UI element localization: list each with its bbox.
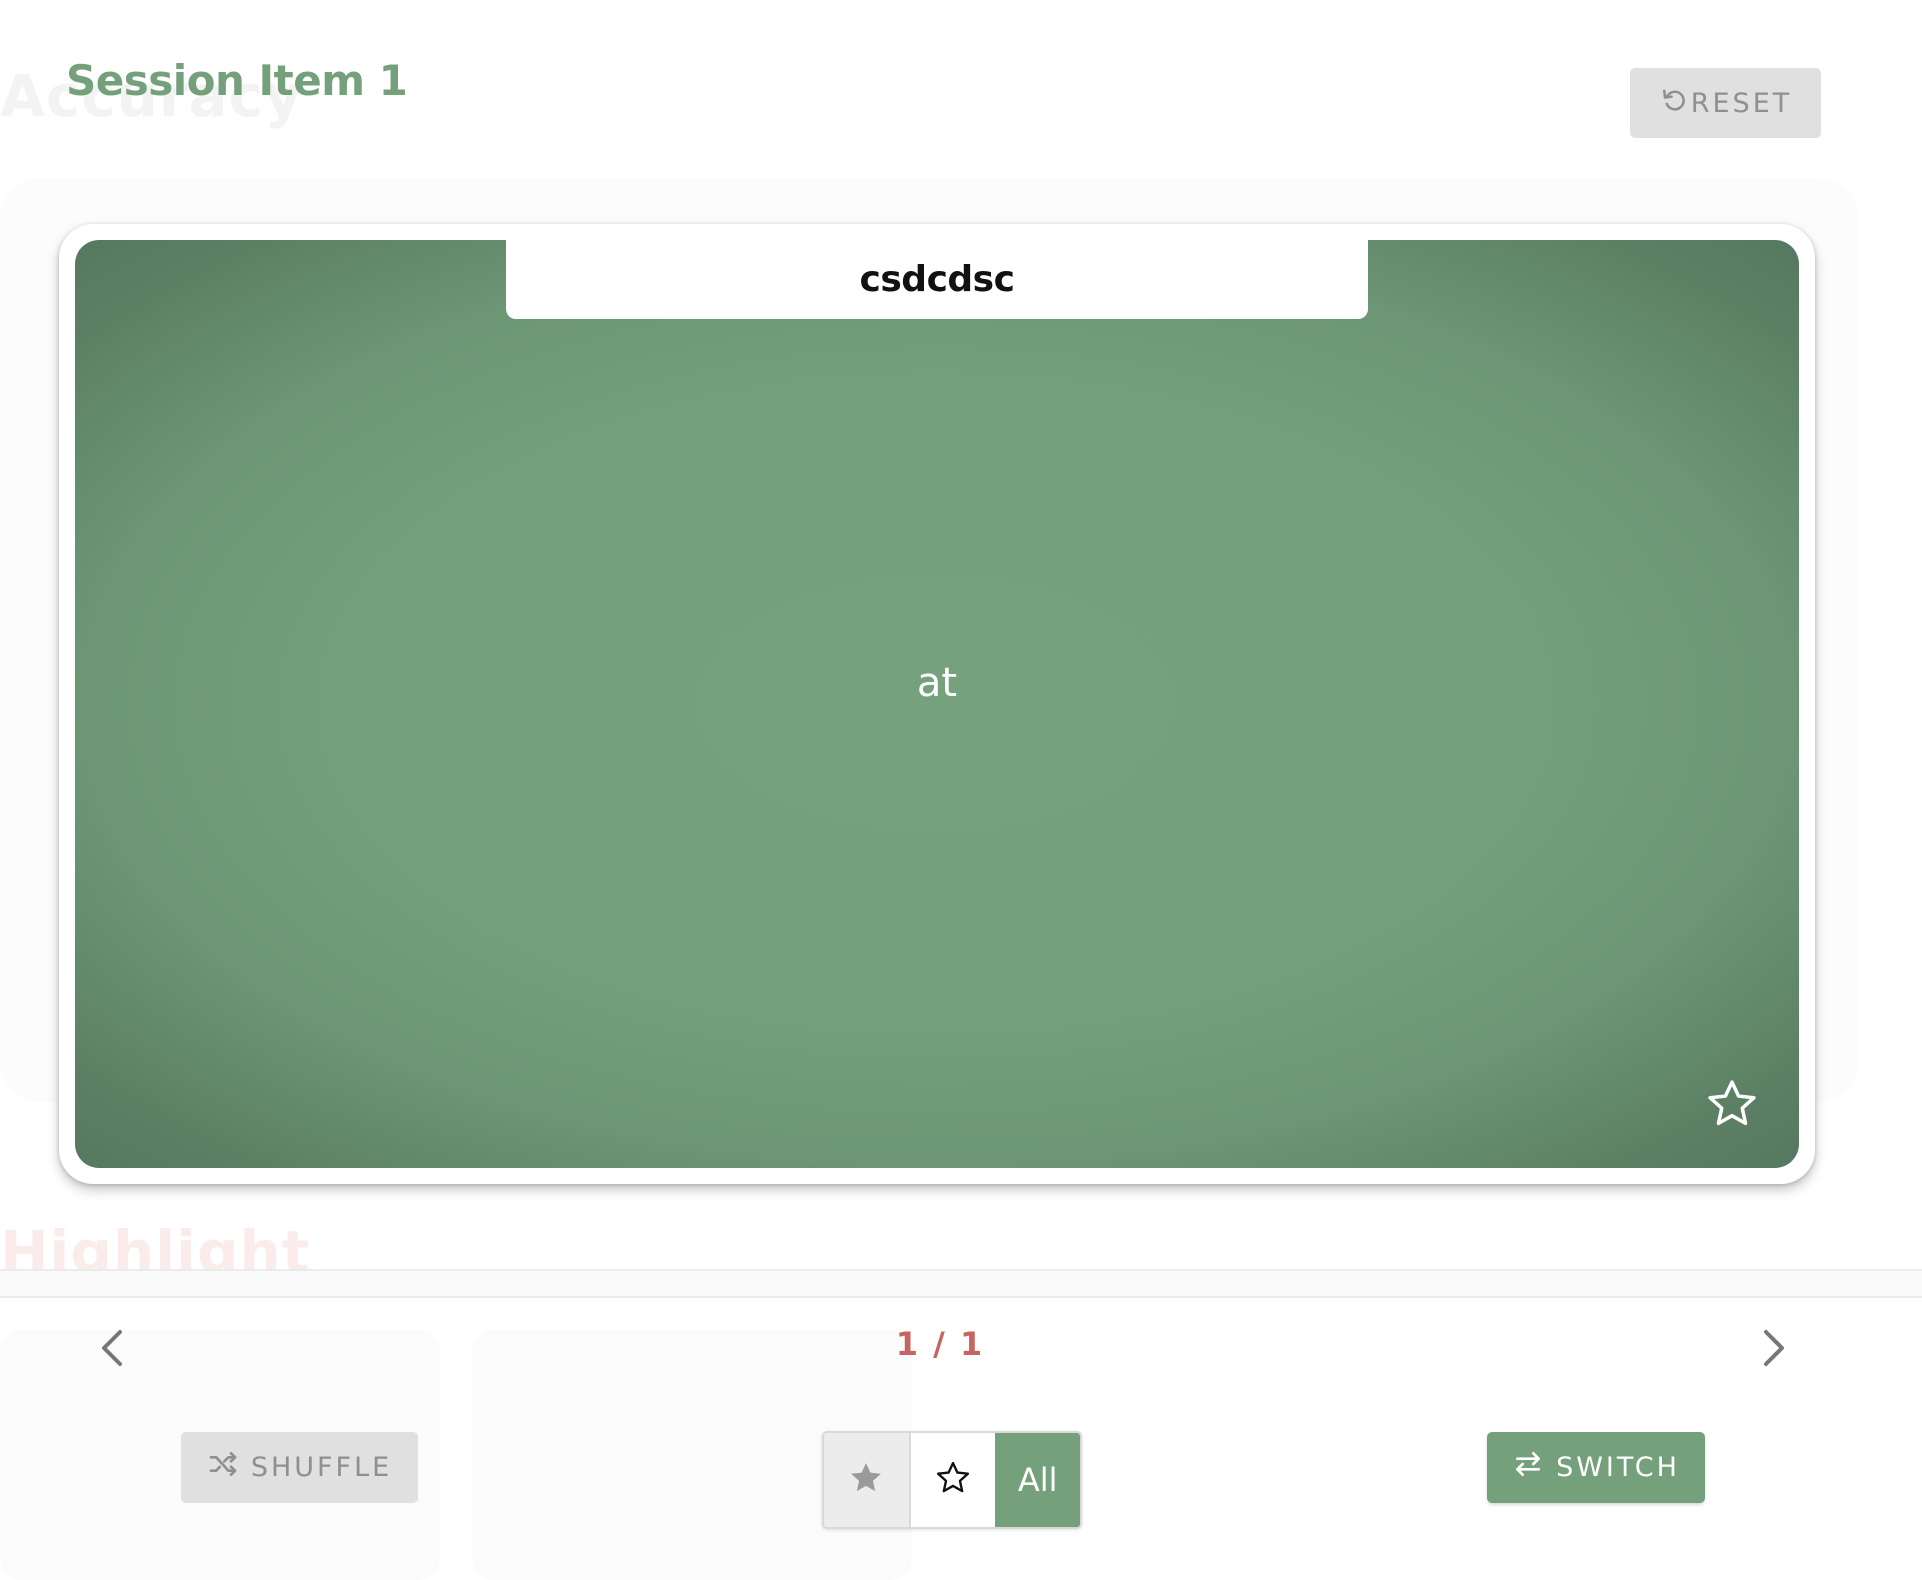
star-outline-icon [1704, 1080, 1760, 1136]
flashcard-page: Accuracy Highlight Session Item 1 RESET … [0, 0, 1922, 1580]
page-title: Session Item 1 [66, 56, 408, 105]
star-filter-toggle-group: All [822, 1431, 1082, 1529]
previous-card-button[interactable] [82, 1320, 142, 1380]
chevron-left-icon [82, 1330, 142, 1384]
star-filled-icon [847, 1459, 885, 1502]
star-outline-icon [934, 1459, 972, 1502]
filter-all-button[interactable]: All [995, 1433, 1080, 1527]
filter-starred-button[interactable] [824, 1433, 911, 1527]
flashcard-face[interactable]: csdcdsc at [75, 240, 1799, 1168]
shuffle-icon [207, 1448, 251, 1487]
flashcard[interactable]: csdcdsc at [59, 224, 1815, 1184]
chevron-right-icon [1744, 1330, 1804, 1384]
flashcard-content: at [916, 660, 958, 706]
swap-arrows-icon [1512, 1448, 1556, 1487]
reset-button[interactable]: RESET [1630, 68, 1821, 138]
shuffle-label: SHUFFLE [250, 1452, 393, 1483]
card-counter: 1 / 1 [895, 1325, 985, 1363]
filter-unstarred-button[interactable] [910, 1433, 996, 1527]
section-divider [0, 1269, 1922, 1298]
reset-icon [1659, 85, 1691, 122]
star-toggle-button[interactable] [1704, 1076, 1760, 1132]
switch-label: SWITCH [1556, 1452, 1680, 1483]
next-card-button[interactable] [1744, 1320, 1804, 1380]
switch-button[interactable]: SWITCH [1487, 1432, 1705, 1503]
flashcard-tab-label: csdcdsc [506, 240, 1368, 319]
reset-label: RESET [1690, 87, 1793, 119]
shuffle-button[interactable]: SHUFFLE [181, 1432, 418, 1503]
